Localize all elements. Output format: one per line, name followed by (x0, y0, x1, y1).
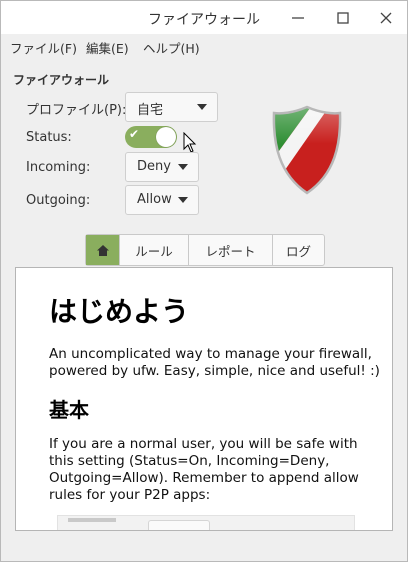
incoming-dropdown[interactable]: Deny (125, 152, 199, 182)
chevron-down-icon (178, 164, 188, 170)
menu-help[interactable]: ヘルプ(H) (143, 38, 200, 57)
content-heading: はじめよう (49, 295, 190, 328)
status-toggle[interactable]: ✔ (125, 126, 177, 148)
tab-reports[interactable]: レポート (189, 235, 273, 265)
chevron-down-icon (178, 197, 188, 203)
minimize-icon[interactable] (285, 5, 311, 31)
chevron-down-icon (197, 104, 207, 110)
incoming-value: Deny (137, 159, 171, 174)
app-window: ファイアウォール ファイル(F) 編集(E) ヘルプ(H) ファイアウォール プ… (0, 0, 408, 562)
maximize-icon[interactable] (330, 5, 356, 31)
help-content-panel[interactable]: はじめよう An uncomplicated way to manage you… (15, 267, 393, 531)
profile-label: プロファイル(P): (26, 103, 127, 118)
incoming-label: Incoming: (26, 160, 91, 175)
outgoing-value: Allow (137, 192, 172, 207)
tab-rules[interactable]: ルール (120, 235, 189, 265)
content-subheading: 基本 (49, 398, 89, 422)
profile-dropdown[interactable]: 自宅 (125, 92, 218, 122)
basic-text: If you are a normal user, you will be sa… (49, 436, 359, 503)
firewall-shield-icon (272, 105, 342, 195)
menu-bar: ファイル(F) 編集(E) ヘルプ(H) (1, 34, 407, 59)
screenshot-preview-image (57, 515, 355, 530)
toggle-knob (156, 127, 176, 147)
outgoing-label: Outgoing: (26, 193, 91, 208)
status-label: Status: (26, 130, 72, 145)
title-bar: ファイアウォール (1, 1, 407, 34)
tab-home[interactable] (86, 235, 120, 265)
main-tabs: ルール レポート ログ (85, 234, 325, 266)
close-icon[interactable] (373, 5, 399, 31)
menu-file[interactable]: ファイル(F) (10, 38, 77, 57)
intro-text: An uncomplicated way to manage your fire… (49, 346, 380, 379)
home-icon (96, 244, 109, 256)
tab-log[interactable]: ログ (273, 235, 324, 265)
profile-value: 自宅 (137, 103, 164, 118)
section-title: ファイアウォール (13, 73, 110, 87)
menu-edit[interactable]: 編集(E) (86, 38, 129, 57)
check-icon: ✔ (129, 127, 140, 141)
outgoing-dropdown[interactable]: Allow (125, 185, 199, 215)
mouse-cursor-icon (183, 132, 197, 153)
